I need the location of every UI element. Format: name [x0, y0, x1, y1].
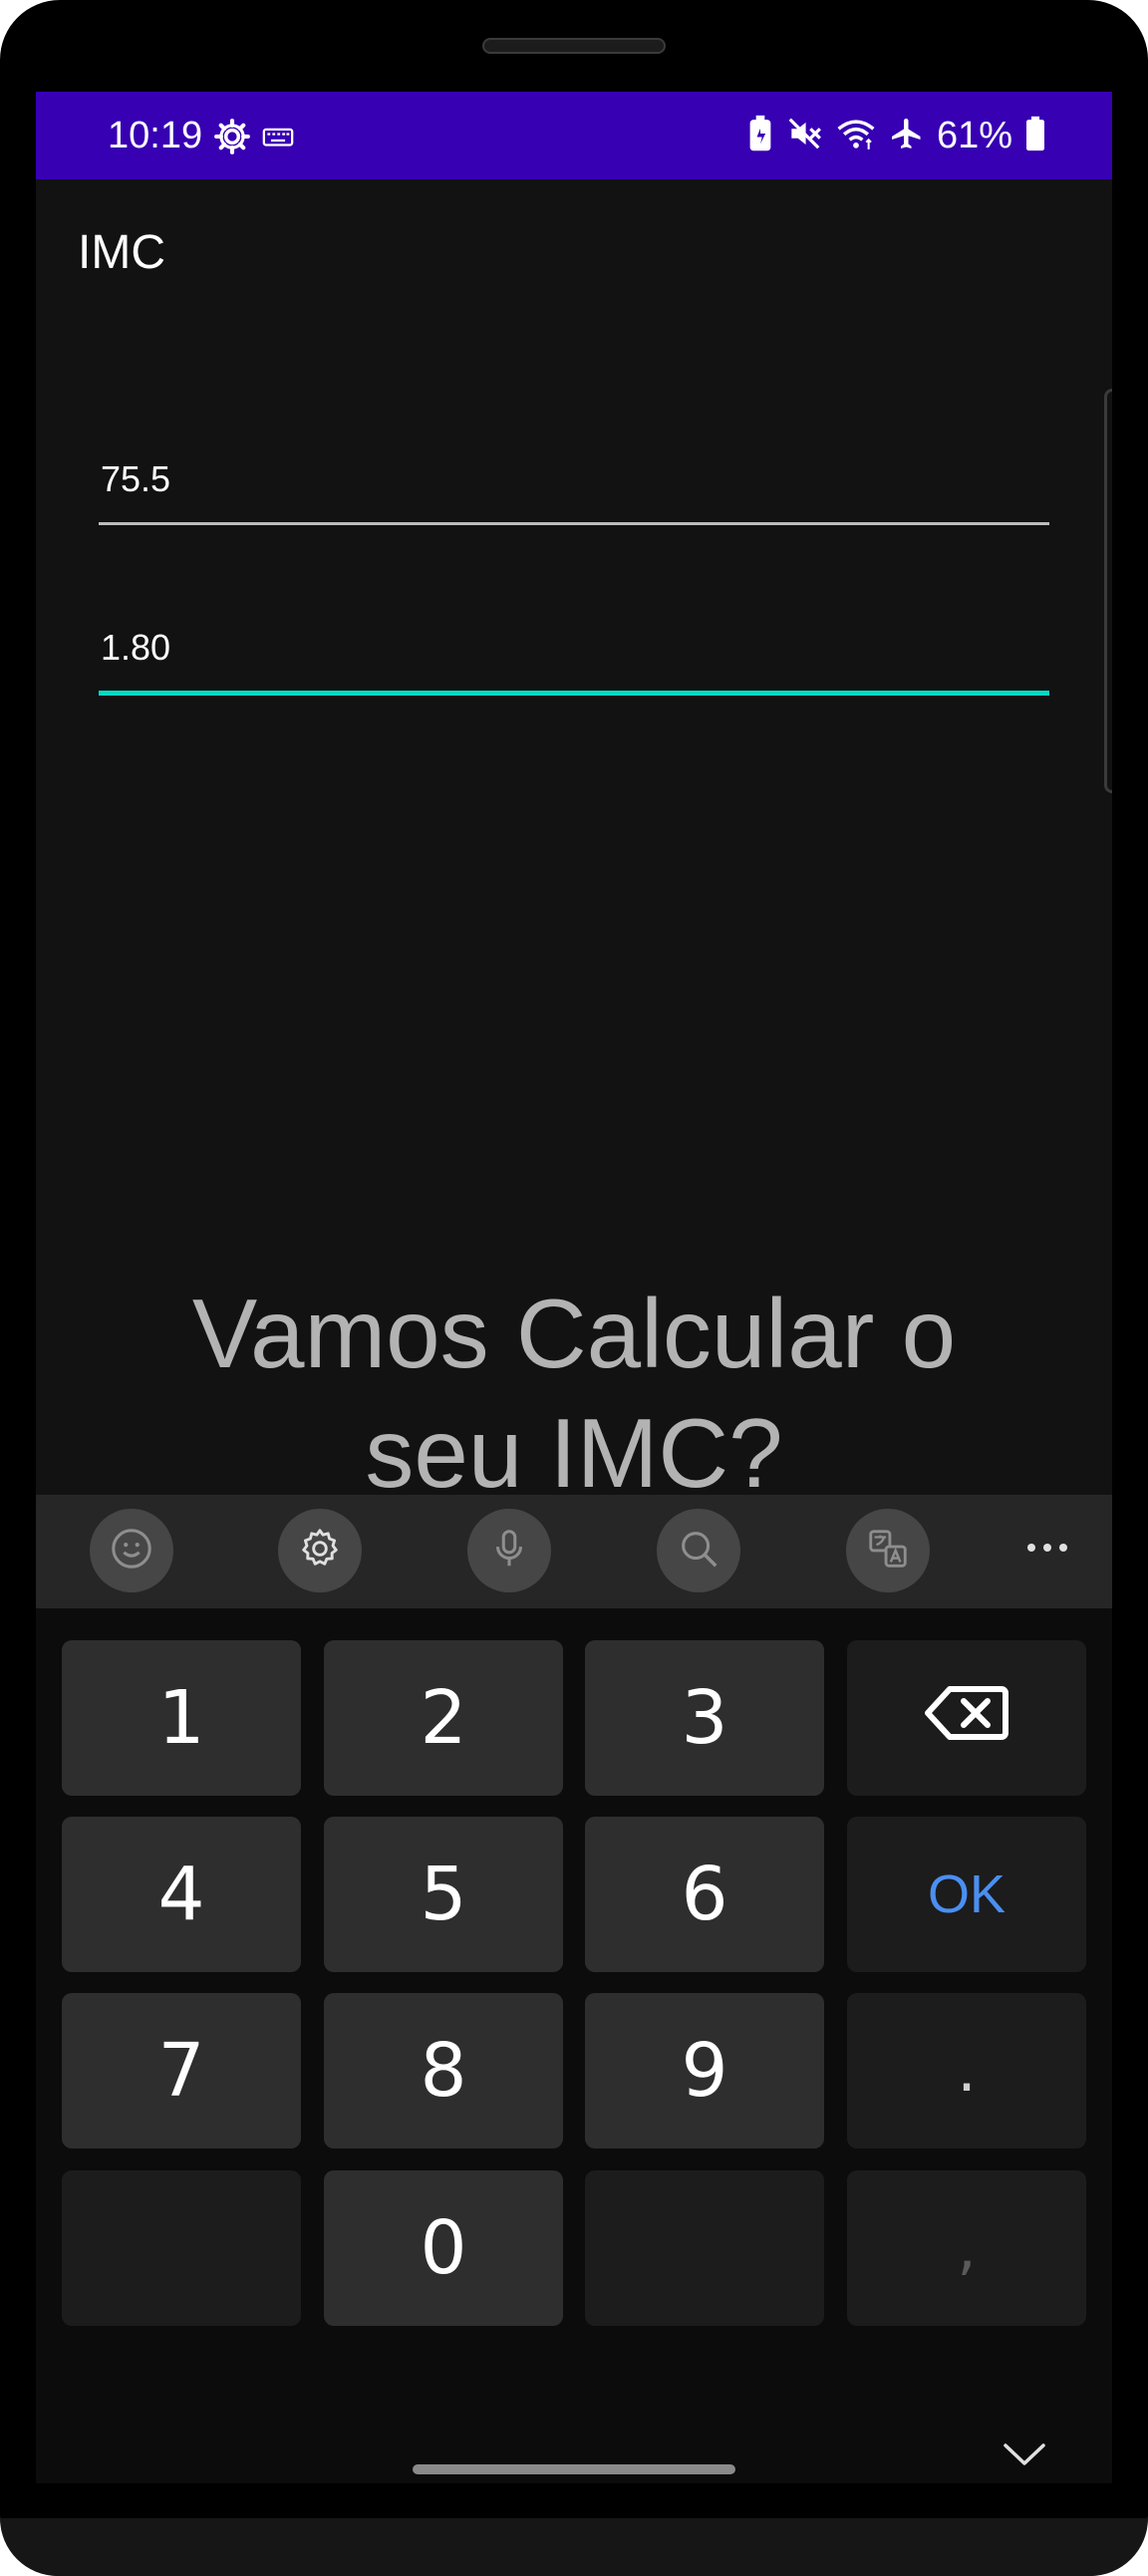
key-2[interactable]: 2: [324, 1640, 563, 1796]
keyboard-icon: [261, 120, 295, 158]
status-left-icons: [213, 118, 295, 160]
ok-key[interactable]: OK: [847, 1817, 1086, 1972]
status-bar: 10:19 61%: [36, 92, 1112, 179]
key-8[interactable]: 8: [324, 1993, 563, 2148]
dot-key[interactable]: .: [847, 1993, 1086, 2148]
backspace-key[interactable]: [847, 1640, 1086, 1796]
keyboard-settings-button[interactable]: [278, 1509, 362, 1592]
hide-keyboard-button[interactable]: [997, 2437, 1052, 2477]
numeric-keyboard: 1 2 3 4 5 6 OK 7 8 9 . 0 ,: [36, 1495, 1112, 2483]
weight-input-underline: [99, 522, 1049, 525]
edge-panel-handle[interactable]: [1104, 389, 1112, 793]
key-4[interactable]: 4: [62, 1817, 301, 1972]
height-input-value: 1.80: [101, 627, 171, 668]
phone-frame: 10:19 61% IMC 75.5 1.80 Vamos Calcular o…: [0, 0, 1148, 2576]
more-icon: [1025, 1541, 1069, 1559]
battery-saver-icon: [747, 115, 773, 157]
settings-gear-icon: [213, 118, 251, 160]
earpiece-speaker: [482, 38, 666, 54]
wifi-icon: [835, 115, 877, 157]
search-button[interactable]: [657, 1509, 740, 1592]
blank-key-right: [585, 2170, 824, 2326]
blank-key-left: [62, 2170, 301, 2326]
headline: Vamos Calcular o seu IMC?: [36, 1274, 1112, 1513]
battery-icon: [1024, 116, 1046, 156]
battery-percent: 61%: [936, 115, 1012, 156]
key-3[interactable]: 3: [585, 1640, 824, 1796]
microphone-icon: [486, 1526, 532, 1576]
screen: 10:19 61% IMC 75.5 1.80 Vamos Calcular o…: [36, 92, 1112, 2483]
voice-input-button[interactable]: [467, 1509, 551, 1592]
translate-icon: [865, 1526, 911, 1576]
status-time: 10:19: [108, 115, 203, 156]
weight-input-value: 75.5: [101, 458, 171, 499]
mute-icon: [785, 115, 823, 157]
translate-button[interactable]: [846, 1509, 930, 1592]
headline-line-1: Vamos Calcular o: [191, 1279, 957, 1388]
key-5[interactable]: 5: [324, 1817, 563, 1972]
keyboard-toolbar: [36, 1495, 1112, 1608]
key-0[interactable]: 0: [324, 2170, 563, 2326]
comma-key-disabled: ,: [847, 2170, 1086, 2326]
key-7[interactable]: 7: [62, 1993, 301, 2148]
emoji-icon: [109, 1526, 154, 1576]
emoji-button[interactable]: [90, 1509, 173, 1592]
app-title: IMC: [78, 226, 165, 279]
settings-icon: [297, 1526, 343, 1576]
more-options-button[interactable]: [1022, 1525, 1072, 1574]
backspace-icon: [924, 1675, 1009, 1761]
height-input-underline-focused: [99, 691, 1049, 696]
key-6[interactable]: 6: [585, 1817, 824, 1972]
weight-input[interactable]: 75.5: [99, 458, 1049, 528]
height-input[interactable]: 1.80: [99, 627, 1049, 697]
home-indicator[interactable]: [413, 2464, 735, 2474]
key-9[interactable]: 9: [585, 1993, 824, 2148]
key-1[interactable]: 1: [62, 1640, 301, 1796]
airplane-mode-icon: [889, 116, 925, 156]
status-right-icons: 61%: [747, 112, 1046, 159]
chevron-down-icon: [1002, 2441, 1047, 2474]
bottom-bezel: [0, 2518, 1148, 2576]
search-icon: [676, 1526, 721, 1576]
